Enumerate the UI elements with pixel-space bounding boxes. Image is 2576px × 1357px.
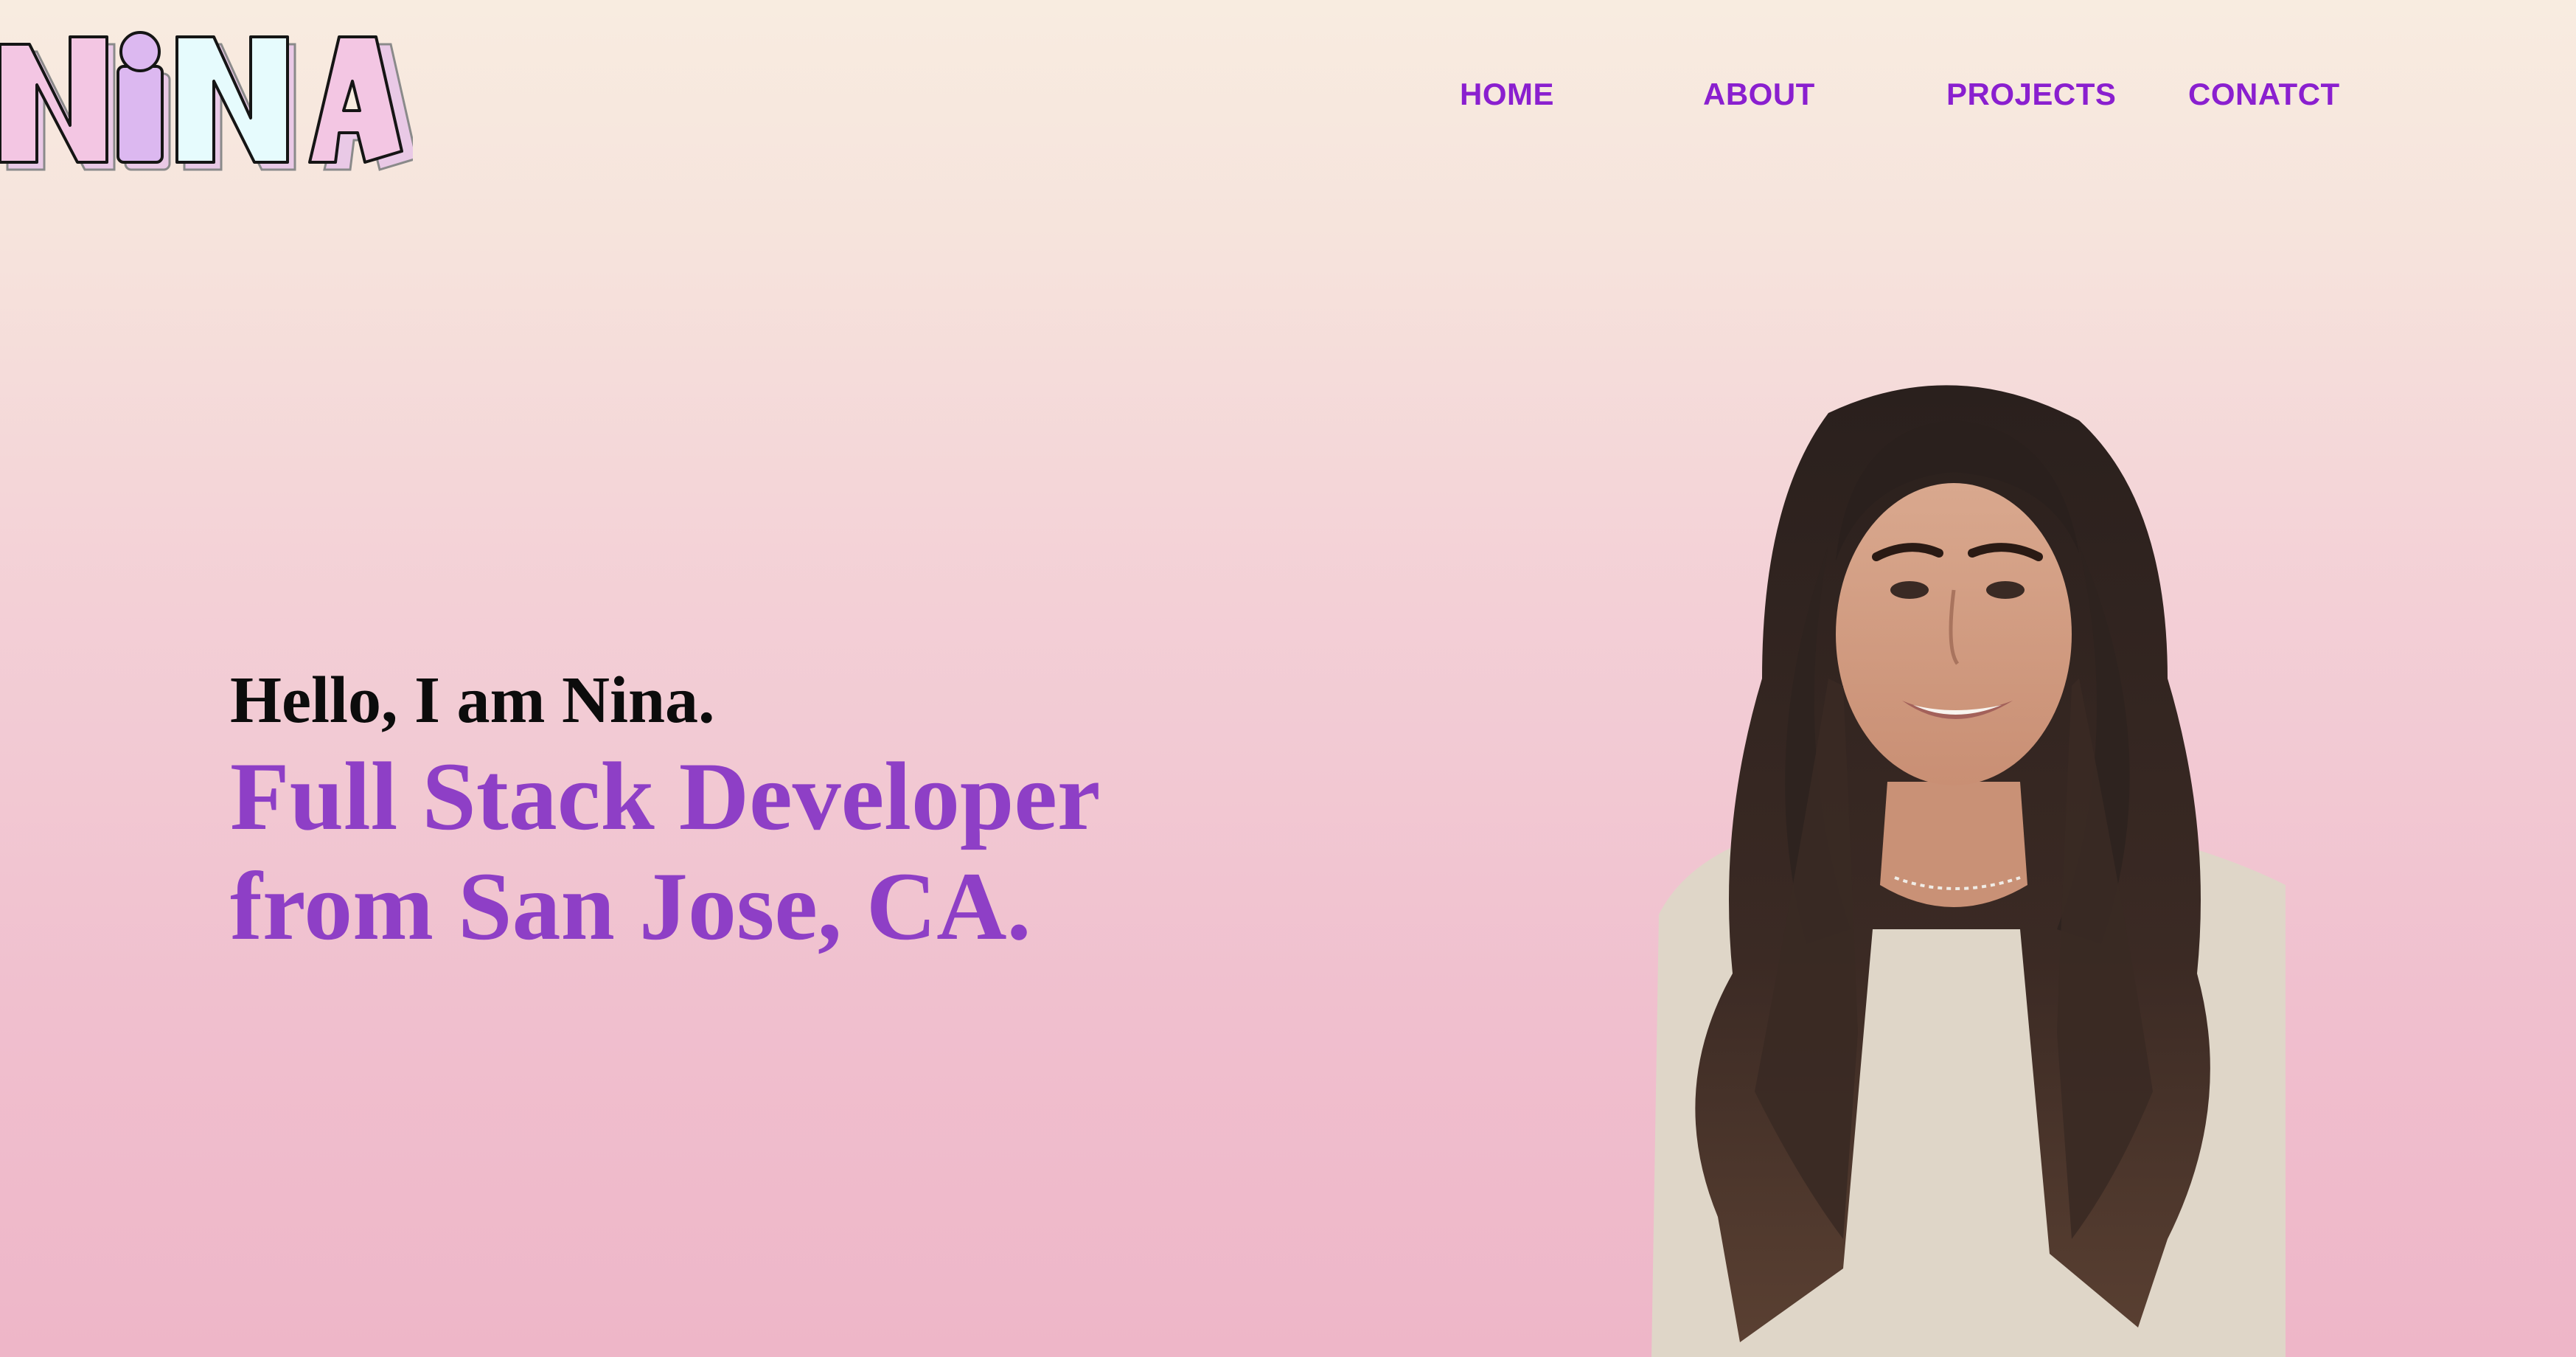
- hero-greeting: Hello, I am Nina.: [230, 664, 715, 737]
- nav-about[interactable]: ABOUT: [1703, 77, 1815, 112]
- logo[interactable]: [0, 22, 413, 184]
- hero-title: Full Stack Developer from San Jose, CA.: [230, 741, 1336, 961]
- hero-section: Hello, I am Nina. Full Stack Developer f…: [230, 664, 1336, 961]
- nav-home[interactable]: HOME: [1460, 77, 1554, 112]
- profile-photo: [1607, 369, 2286, 1357]
- nav-contact[interactable]: CONATCT: [2188, 77, 2340, 112]
- hero-title-line-1: Full Stack Developer: [230, 742, 1101, 850]
- logo-graphic: [0, 31, 413, 171]
- portrait-illustration: [1651, 385, 2286, 1357]
- hero-title-line-2: from San Jose, CA.: [230, 852, 1031, 961]
- nav-projects[interactable]: PROJECTS: [1946, 77, 2116, 112]
- main-nav: HOME ABOUT PROJECTS CONATCT: [1460, 77, 2344, 121]
